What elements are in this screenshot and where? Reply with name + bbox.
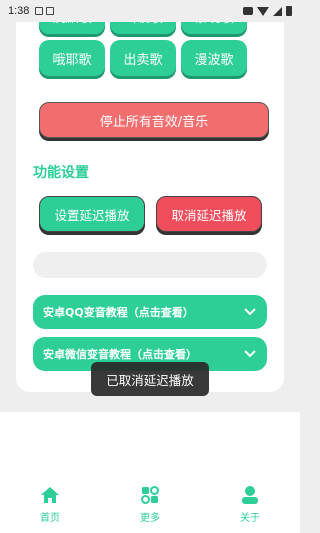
tutorial-label: 安卓QQ变音教程（点击查看）: [43, 306, 194, 319]
home-icon: [39, 484, 61, 506]
apps-icon: [139, 484, 161, 506]
wifi-icon: [257, 6, 269, 16]
notification-icon: [35, 7, 44, 15]
delay-slider[interactable]: [33, 252, 267, 278]
cancel-delay-button[interactable]: 取消延迟播放: [156, 196, 262, 232]
nav-label: 更多: [140, 513, 160, 524]
chevron-down-icon: [243, 305, 257, 319]
status-time: 1:38: [8, 5, 30, 17]
song-chip[interactable]: 出卖歌: [110, 40, 176, 76]
battery-icon: [286, 6, 292, 16]
tutorial-label: 安卓微信变音教程（点击查看）: [43, 348, 197, 361]
toast-message: 已取消延迟播放: [91, 362, 209, 396]
section-title: 功能设置: [33, 165, 89, 181]
nav-home[interactable]: 首页: [25, 484, 75, 524]
chevron-down-icon: [243, 347, 257, 361]
system-icons: [243, 6, 292, 16]
person-icon: [239, 484, 261, 506]
nav-label: 关于: [240, 513, 260, 524]
stop-all-button[interactable]: 停止所有音效/音乐: [39, 102, 269, 138]
notification-icons: [35, 7, 55, 15]
song-chip[interactable]: 哦耶歌: [39, 40, 105, 76]
camera-icon: [243, 7, 253, 15]
notification-icon: [46, 7, 55, 15]
bottom-nav: 首页 更多 关于: [0, 412, 300, 533]
signal-icon: [273, 6, 282, 16]
nav-label: 首页: [40, 513, 60, 524]
set-delay-button[interactable]: 设置延迟播放: [39, 196, 145, 232]
nav-about[interactable]: 关于: [225, 484, 275, 524]
tutorial-qq-button[interactable]: 安卓QQ变音教程（点击查看）: [33, 295, 267, 329]
nav-more[interactable]: 更多: [125, 484, 175, 524]
status-bar: 1:38: [0, 0, 300, 22]
song-chip[interactable]: 漫波歌: [181, 40, 247, 76]
